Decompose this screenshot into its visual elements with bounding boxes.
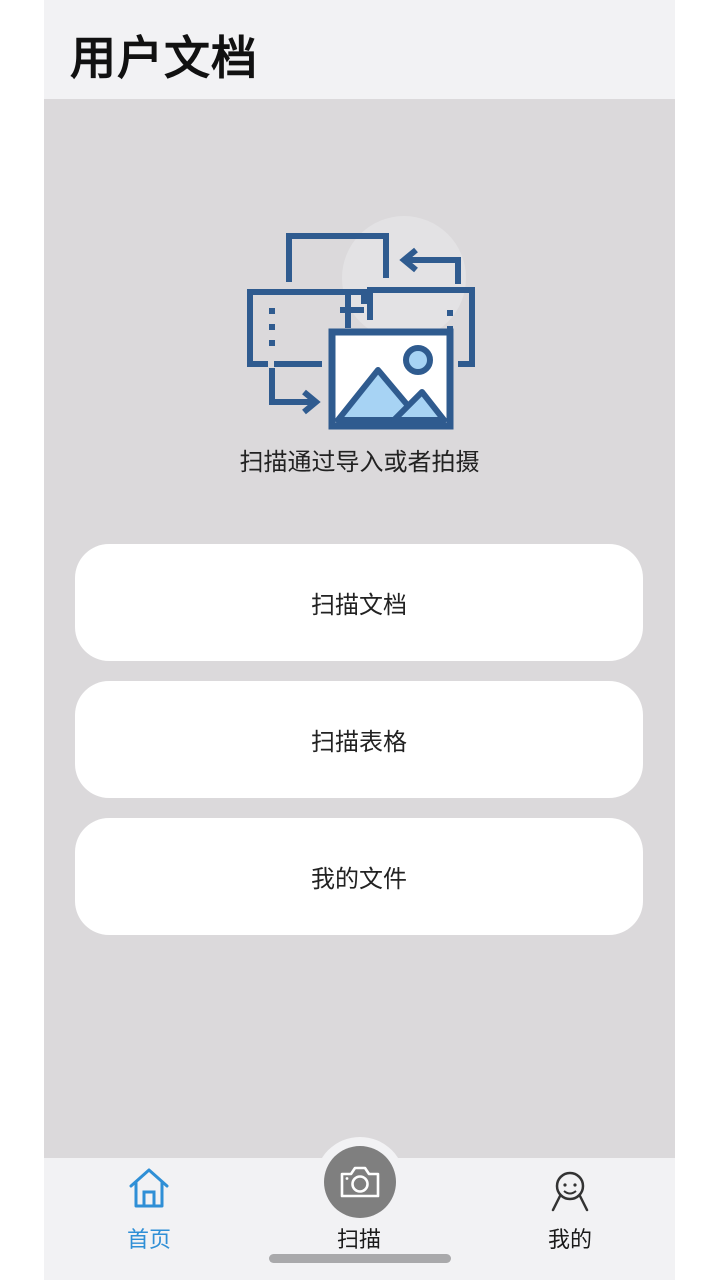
tab-mine[interactable]: 我的 (490, 1158, 650, 1258)
app-screen: 用户文档 扫描通过导入或者拍摄 扫描文档 扫描表格 我的文件 首页 我的 扫描 (44, 0, 675, 1280)
tab-home[interactable]: 首页 (69, 1158, 229, 1258)
tab-mine-label: 我的 (547, 1228, 592, 1253)
scan-camera-button[interactable] (324, 1146, 396, 1218)
tab-scan-label: 扫描 (336, 1228, 381, 1253)
scan-table-button[interactable]: 扫描表格 (75, 681, 643, 798)
page-title: 用户文档 (70, 31, 258, 85)
user-icon (550, 1170, 590, 1218)
scan-document-illustration-icon (244, 212, 476, 432)
scan-document-button[interactable]: 扫描文档 (75, 544, 643, 661)
home-indicator (269, 1254, 451, 1263)
tab-home-label: 首页 (126, 1228, 171, 1253)
hero-caption: 扫描通过导入或者拍摄 (239, 448, 480, 476)
scan-button-ring (315, 1137, 405, 1227)
my-files-button[interactable]: 我的文件 (75, 818, 643, 935)
camera-icon (340, 1166, 380, 1198)
header-bar: 用户文档 (44, 0, 675, 99)
home-icon (127, 1166, 171, 1214)
